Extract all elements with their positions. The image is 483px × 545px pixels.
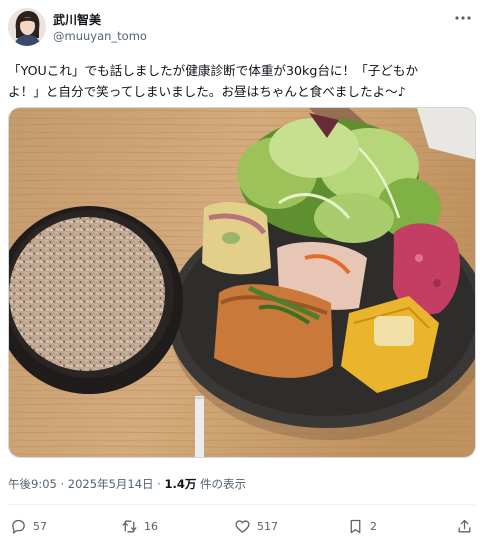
retweet-icon <box>122 520 137 532</box>
author-display-name[interactable]: 武川智美 <box>53 11 101 28</box>
reply-count: 57 <box>33 519 47 533</box>
post-time[interactable]: 午後9:05 <box>8 477 57 491</box>
tweet-text-line: よ！」と自分で笑ってしまいました。お昼はちゃんと食べましたよ〜♪ <box>8 84 406 99</box>
avatar[interactable] <box>8 8 46 46</box>
retweet-count: 16 <box>144 519 158 533</box>
reply-button[interactable]: 57 <box>10 515 47 537</box>
tweet-text: 「YOUこれ」でも話しましたが健康診断で体重が30kg台に！「子どもか よ！」と… <box>8 60 470 102</box>
like-count: 517 <box>257 519 278 533</box>
bookmark-button[interactable]: 2 <box>347 515 377 537</box>
bookmark-count: 2 <box>370 519 377 533</box>
bookmark-icon <box>350 519 361 533</box>
views-label: 件の表示 <box>196 477 247 491</box>
views-count: 1.4万 <box>164 477 197 491</box>
tweet-header: 武川智美 @muuyan_tomo <box>8 8 475 48</box>
heart-icon <box>235 519 250 533</box>
divider <box>8 504 475 505</box>
more-options-icon[interactable] <box>453 10 473 26</box>
retweet-button[interactable]: 16 <box>121 515 158 537</box>
tweet-text-line: 「YOUこれ」でも話しましたが健康診断で体重が30kg台に！「子どもか <box>8 63 419 78</box>
photo-plate-of-food-icon <box>9 108 475 457</box>
tweet-photo[interactable] <box>8 107 476 458</box>
reply-icon <box>12 519 25 534</box>
action-bar: 57 16 517 2 <box>8 515 474 537</box>
meta-separator: · <box>157 477 161 491</box>
tweet-meta: 午後9:05 · 2025年5月14日 · 1.4万 件の表示 <box>8 476 246 492</box>
like-button[interactable]: 517 <box>234 515 278 537</box>
meta-separator: · <box>60 477 65 491</box>
author-handle[interactable]: @muuyan_tomo <box>53 29 147 43</box>
post-date[interactable]: 2025年5月14日 <box>68 477 154 491</box>
share-button[interactable] <box>456 515 473 537</box>
share-icon <box>458 519 471 532</box>
